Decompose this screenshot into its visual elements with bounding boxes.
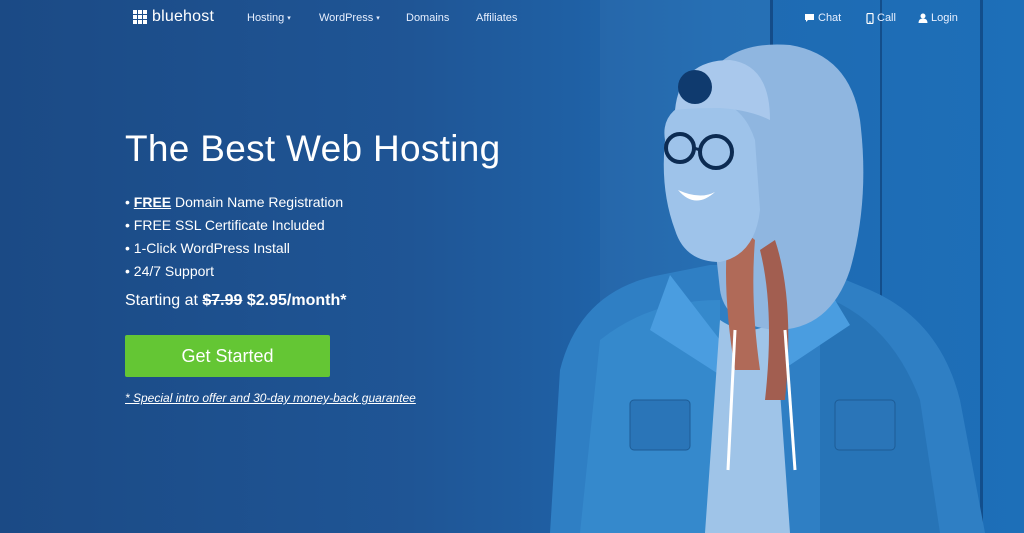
nav-domains[interactable]: Domains (406, 12, 449, 24)
bullet: • (125, 194, 134, 210)
user-icon (918, 13, 928, 23)
call-label: Call (877, 12, 896, 24)
old-price: $7.99 (202, 292, 243, 309)
get-started-button[interactable]: Get Started (125, 335, 330, 377)
chat-link[interactable]: Chat (804, 12, 841, 24)
pricing-line: Starting at $7.99 $2.95/month* (125, 292, 346, 310)
login-link[interactable]: Login (918, 12, 958, 24)
hero-person-image (550, 44, 985, 533)
price-prefix: Starting at (125, 292, 203, 309)
top-navigation: bluehost Hosting ▾ WordPress ▾ Domains Aff… (0, 0, 1024, 36)
new-price: $2.95/month* (246, 292, 347, 309)
list-item: • 1-Click WordPress Install (125, 239, 343, 262)
call-link[interactable]: Call (866, 12, 896, 24)
feature-text: FREE SSL Certificate Included (133, 217, 325, 233)
bluehost-logo[interactable]: bluehost (133, 8, 214, 26)
chat-icon (805, 14, 814, 22)
page-title: The Best Web Hosting (125, 128, 501, 169)
login-label: Login (931, 12, 958, 24)
feature-text: 1-Click WordPress Install (133, 240, 290, 256)
bullet: • (125, 263, 134, 279)
logo-text: bluehost (152, 8, 215, 25)
bullet: • (125, 217, 134, 233)
bullet: • (125, 240, 134, 256)
nav-wordpress[interactable]: WordPress ▾ (319, 12, 380, 24)
free-emphasis: FREE (133, 194, 172, 210)
nav-wordpress-label: WordPress (319, 12, 374, 24)
offer-disclaimer-link[interactable]: * Special intro offer and 30-day money-b… (125, 391, 416, 405)
feature-text: 24/7 Support (133, 263, 214, 279)
nav-hosting-label: Hosting (247, 12, 285, 24)
nav-domains-label: Domains (406, 12, 450, 24)
nav-affiliates-label: Affiliates (476, 12, 518, 24)
list-item: • FREE Domain Name Registration (125, 193, 343, 216)
chat-label: Chat (818, 12, 842, 24)
feature-list: • FREE Domain Name Registration • FREE S… (125, 193, 343, 285)
logo-grid-icon (133, 10, 147, 24)
feature-text: Domain Name Registration (171, 194, 344, 210)
chevron-down-icon: ▾ (287, 15, 291, 22)
nav-affiliates[interactable]: Affiliates (476, 12, 517, 24)
list-item: • FREE SSL Certificate Included (125, 216, 343, 239)
phone-icon (866, 12, 874, 24)
nav-hosting[interactable]: Hosting ▾ (247, 12, 291, 24)
chevron-down-icon: ▾ (376, 15, 380, 22)
list-item: • 24/7 Support (125, 262, 343, 285)
